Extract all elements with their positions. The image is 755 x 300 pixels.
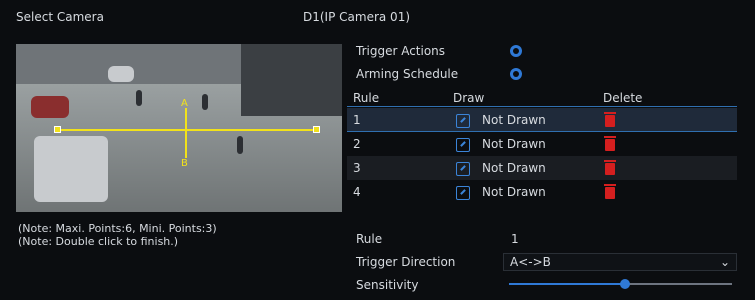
draw-status: Not Drawn [482, 137, 546, 151]
direction-label-a: A [181, 98, 188, 109]
trash-icon[interactable] [604, 160, 616, 175]
trigger-direction-select[interactable]: A<->B ⌄ [503, 253, 737, 271]
trigger-direction-value: A<->B [510, 255, 551, 269]
draw-status: Not Drawn [482, 185, 546, 199]
header-rule: Rule [353, 91, 380, 105]
header-draw: Draw [453, 91, 485, 105]
edit-icon[interactable] [456, 186, 470, 200]
gear-icon[interactable] [510, 68, 522, 80]
draw-status: Not Drawn [482, 113, 546, 127]
select-camera-label: Select Camera [16, 10, 104, 24]
note-finish: (Note: Double click to finish.) [18, 235, 179, 248]
draw-status: Not Drawn [482, 161, 546, 175]
rule-number: 1 [353, 113, 361, 127]
header-divider [347, 106, 737, 107]
preview-car [34, 136, 108, 202]
trash-icon[interactable] [604, 184, 616, 199]
rule-label: Rule [356, 232, 383, 246]
table-row[interactable]: 2 Not Drawn [347, 132, 737, 156]
camera-preview[interactable]: A B [16, 44, 342, 212]
trash-icon[interactable] [604, 112, 616, 127]
edit-icon[interactable] [456, 138, 470, 152]
preview-person [237, 136, 243, 154]
trash-icon[interactable] [604, 136, 616, 151]
rule-number: 3 [353, 161, 361, 175]
edit-icon[interactable] [456, 162, 470, 176]
rule-value: 1 [511, 232, 519, 246]
preview-car [108, 66, 134, 82]
rules-table: Rule Draw Delete 1 Not Drawn 2 Not Drawn… [347, 87, 737, 201]
rule-endpoint[interactable] [313, 126, 320, 133]
table-row[interactable]: 3 Not Drawn [347, 156, 737, 180]
sensitivity-knob[interactable] [619, 279, 630, 289]
trigger-direction-label: Trigger Direction [356, 255, 456, 269]
chevron-down-icon: ⌄ [719, 255, 730, 269]
direction-label-b: B [181, 158, 188, 169]
trigger-actions-label: Trigger Actions [356, 44, 446, 58]
preview-building [241, 44, 342, 116]
header-delete: Delete [603, 91, 643, 105]
sensitivity-label: Sensitivity [356, 278, 419, 292]
note-points: (Note: Maxi. Points:6, Mini. Points:3) [18, 222, 217, 235]
sensitivity-fill [509, 283, 625, 285]
arming-schedule-label: Arming Schedule [356, 67, 459, 81]
preview-car [31, 96, 69, 118]
preview-person [202, 94, 208, 110]
gear-icon[interactable] [510, 45, 522, 57]
direction-arrow [185, 108, 187, 158]
table-row[interactable]: 1 Not Drawn [347, 108, 737, 132]
camera-name: D1(IP Camera 01) [303, 10, 411, 24]
table-row[interactable]: 4 Not Drawn [347, 180, 737, 204]
rule-endpoint[interactable] [54, 126, 61, 133]
rule-number: 2 [353, 137, 361, 151]
preview-person [136, 90, 142, 106]
edit-icon[interactable] [456, 114, 470, 128]
rule-number: 4 [353, 185, 361, 199]
